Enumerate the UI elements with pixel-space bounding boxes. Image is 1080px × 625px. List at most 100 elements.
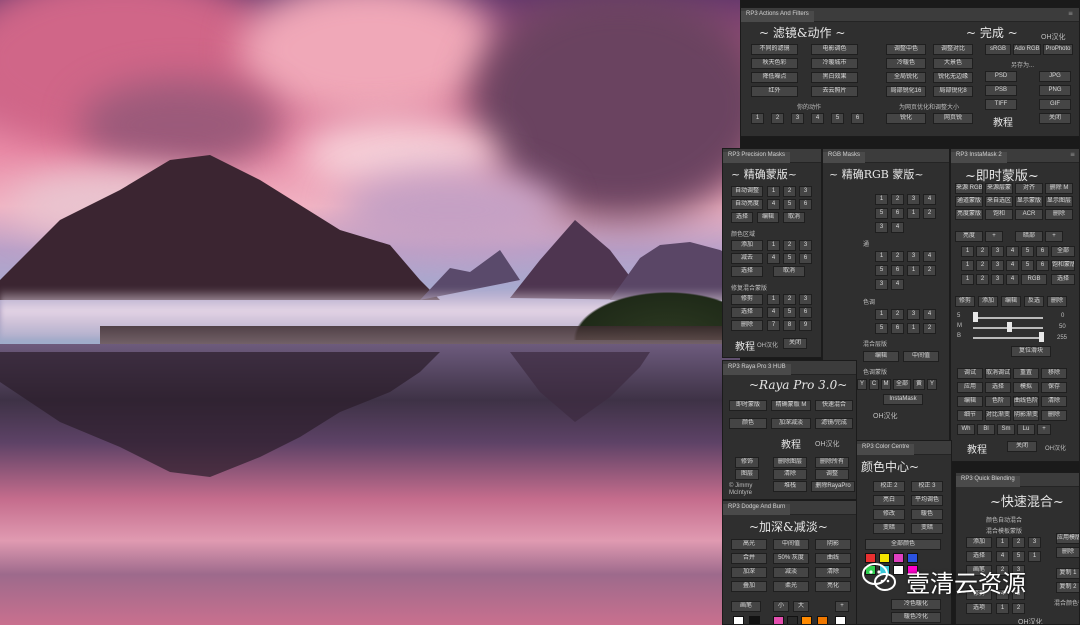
- slider-handle[interactable]: [973, 312, 978, 322]
- blend-mask-button[interactable]: 删除: [731, 320, 763, 331]
- channel-button[interactable]: Bl: [977, 424, 995, 435]
- adjust-button[interactable]: 调整对比: [933, 44, 973, 55]
- im-bottom-button[interactable]: 细节: [957, 410, 983, 421]
- rgb-num-button[interactable]: 2: [923, 208, 936, 219]
- raya-small-button[interactable]: 删除图层: [773, 457, 807, 468]
- im-num[interactable]: 3: [991, 274, 1004, 285]
- rgb-midtone-button[interactable]: 中间值: [903, 351, 939, 362]
- close-button[interactable]: 关闭: [1039, 113, 1071, 124]
- action-slot-button[interactable]: 4: [811, 113, 824, 124]
- raya-small-button[interactable]: 修饰: [735, 457, 759, 468]
- raya-small-button[interactable]: 删除所有: [815, 457, 849, 468]
- dodge-button[interactable]: 柔光: [773, 581, 809, 592]
- dodge-button[interactable]: 减淡: [773, 567, 809, 578]
- action-slot-button[interactable]: 2: [771, 113, 784, 124]
- tutorial-link[interactable]: 教程: [967, 441, 987, 456]
- precision-num-button[interactable]: 1: [767, 186, 780, 197]
- instamask-button[interactable]: 删除 M: [1045, 183, 1073, 194]
- color-area-button[interactable]: 选择: [731, 266, 763, 277]
- sharpen-button[interactable]: 锐化无边缘: [933, 72, 973, 83]
- blend-mask-button[interactable]: 选择: [731, 307, 763, 318]
- channel-button[interactable]: C: [869, 379, 879, 390]
- quick-side-button[interactable]: 复制 2: [1056, 582, 1079, 593]
- im-bottom-button[interactable]: 取消调试: [985, 368, 1011, 379]
- rgb-num-button[interactable]: 6: [891, 323, 904, 334]
- im-num[interactable]: 2: [976, 274, 989, 285]
- precision-num-button[interactable]: 9: [799, 320, 812, 331]
- rgb-num-button[interactable]: 4: [891, 222, 904, 233]
- rgb-num-button[interactable]: 3: [907, 194, 920, 205]
- im-num[interactable]: 2: [976, 260, 989, 271]
- rgb-num-button[interactable]: 2: [923, 323, 936, 334]
- im-bottom-button[interactable]: 色阶: [985, 396, 1011, 407]
- panel-tab[interactable]: RP3 Dodge And Burn: [723, 501, 856, 515]
- quick-button[interactable]: 添加: [966, 537, 992, 548]
- channel-button[interactable]: Wh: [957, 424, 975, 435]
- brush-color-swatch[interactable]: [749, 616, 760, 624]
- save-psb-button[interactable]: PSB: [985, 85, 1017, 96]
- im-bottom-button[interactable]: 阴影渐变: [1013, 410, 1039, 421]
- channel-button[interactable]: 全部: [893, 379, 911, 390]
- adjust-button[interactable]: 大景色: [933, 58, 973, 69]
- precision-num-button[interactable]: 4: [767, 253, 780, 264]
- color-button[interactable]: 暖色: [911, 509, 943, 520]
- brush-large-button[interactable]: 大: [793, 601, 809, 612]
- dodge-button[interactable]: 叠加: [731, 581, 767, 592]
- instamask-button[interactable]: 通道蒙版: [955, 196, 983, 207]
- rgb-edit-button[interactable]: 编辑: [863, 351, 899, 362]
- web-sharpen-button[interactable]: 网页锐: [933, 113, 973, 124]
- filter-button[interactable]: 红外: [751, 86, 798, 97]
- dodge-button[interactable]: 阴影: [815, 539, 851, 550]
- precision-num-button[interactable]: 6: [799, 307, 812, 318]
- im-bottom-button[interactable]: 移除: [1041, 368, 1067, 379]
- raya-small-button[interactable]: 堆栈: [773, 481, 807, 492]
- save-png-button[interactable]: PNG: [1039, 85, 1071, 96]
- close-button[interactable]: 关闭: [783, 338, 807, 349]
- save-tiff-button[interactable]: TIFF: [985, 99, 1017, 110]
- im-num[interactable]: 4: [1006, 246, 1019, 257]
- im-num[interactable]: 1: [961, 274, 974, 285]
- instamask-button[interactable]: ACR: [1015, 209, 1043, 220]
- quick-num[interactable]: 1: [996, 537, 1009, 548]
- im-sat-button[interactable]: 饱和蒙版: [1051, 260, 1075, 271]
- precision-button[interactable]: 自动亮度: [731, 199, 763, 210]
- im-op-button[interactable]: 添加: [978, 296, 998, 307]
- im-select-button[interactable]: 选择: [1051, 274, 1075, 285]
- color-area-button[interactable]: 添加: [731, 240, 763, 251]
- filter-button[interactable]: 冷暖城市: [811, 58, 858, 69]
- rgb-num-button[interactable]: 3: [907, 251, 920, 262]
- adjust-button[interactable]: 冷暖色: [886, 58, 926, 69]
- dodge-button[interactable]: 清除: [815, 567, 851, 578]
- brightness-button[interactable]: 亮度: [955, 231, 983, 242]
- brush-color-swatch[interactable]: [733, 616, 744, 624]
- quick-num[interactable]: 2: [1012, 603, 1025, 614]
- precision-num-button[interactable]: 2: [783, 186, 796, 197]
- instamask-button[interactable]: 来源 RGB: [955, 183, 983, 194]
- filter-button[interactable]: 不同的滤镜: [751, 44, 798, 55]
- dodge-button[interactable]: 亮化: [815, 581, 851, 592]
- rgb-num-button[interactable]: 1: [907, 323, 920, 334]
- im-num[interactable]: 5: [1021, 246, 1034, 257]
- raya-hub-button[interactable]: 滤镜/完成: [815, 418, 853, 429]
- instamask-button[interactable]: 对齐: [1015, 183, 1043, 194]
- precision-num-button[interactable]: 3: [799, 240, 812, 251]
- filter-button[interactable]: 黑白效果: [811, 72, 858, 83]
- warm-cool-button[interactable]: 暖色冷化: [891, 612, 941, 623]
- raya-small-button[interactable]: 图层: [735, 469, 759, 480]
- rgb-num-button[interactable]: 3: [875, 222, 888, 233]
- color-button[interactable]: 校正 3: [911, 481, 943, 492]
- rgb-num-button[interactable]: 1: [907, 265, 920, 276]
- quick-side-button[interactable]: 删除: [1056, 547, 1079, 558]
- precision-num-button[interactable]: 6: [799, 253, 812, 264]
- srgb-button[interactable]: sRGB: [985, 44, 1011, 55]
- color-button[interactable]: 修改: [873, 509, 905, 520]
- rgb-num-button[interactable]: 3: [907, 309, 920, 320]
- rgb-num-button[interactable]: 1: [875, 309, 888, 320]
- filter-button[interactable]: 降低噪点: [751, 72, 798, 83]
- im-bottom-button[interactable]: 清除: [1041, 396, 1067, 407]
- precision-num-button[interactable]: 8: [783, 320, 796, 331]
- rgb-num-button[interactable]: 4: [923, 251, 936, 262]
- adjust-button[interactable]: 调整中色: [886, 44, 926, 55]
- add-button[interactable]: +: [985, 231, 1003, 242]
- im-op-button[interactable]: 删除: [1047, 296, 1067, 307]
